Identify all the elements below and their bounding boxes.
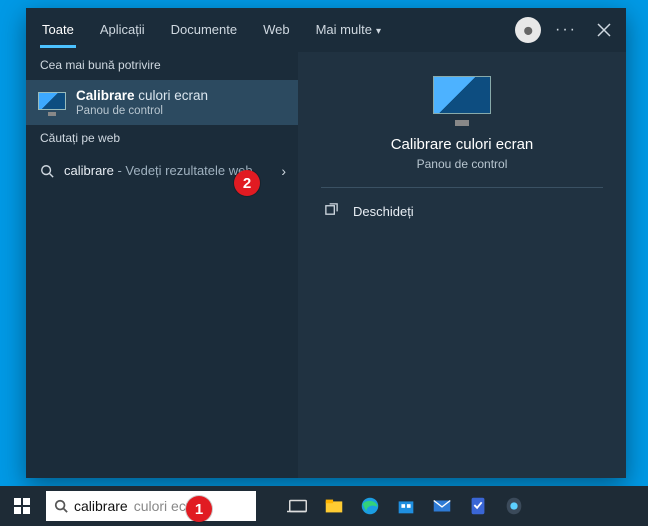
task-view-button[interactable] xyxy=(282,486,314,526)
todo-icon[interactable] xyxy=(462,486,494,526)
search-typed-text: calibrare xyxy=(74,498,128,514)
chevron-right-icon: › xyxy=(281,163,286,179)
preview-subtitle: Panou de control xyxy=(417,157,508,171)
monitor-icon xyxy=(38,92,66,114)
section-search-web: Căutați pe web xyxy=(26,125,298,153)
result-subtitle: Panou de control xyxy=(76,105,208,117)
close-button[interactable] xyxy=(586,12,622,48)
tab-more[interactable]: Mai multe▾ xyxy=(304,8,393,52)
chevron-down-icon: ▾ xyxy=(376,26,381,37)
mail-icon[interactable] xyxy=(426,486,458,526)
tab-documents[interactable]: Documente xyxy=(159,8,249,52)
annotation-badge-1: 1 xyxy=(186,496,212,522)
store-icon[interactable] xyxy=(390,486,422,526)
start-button[interactable] xyxy=(0,486,44,526)
tab-apps[interactable]: Aplicații xyxy=(88,8,157,52)
preview-title: Calibrare culori ecran xyxy=(391,136,534,153)
section-best-match: Cea mai bună potrivire xyxy=(26,52,298,80)
annotation-badge-2: 2 xyxy=(234,170,260,196)
open-label: Deschideți xyxy=(353,204,414,219)
result-preview-pane: Calibrare culori ecran Panou de control … xyxy=(298,52,626,478)
user-avatar[interactable]: ⬤ xyxy=(510,12,546,48)
windows-logo-icon xyxy=(14,498,30,514)
taskbar-search-input[interactable]: calibrare culori ecran xyxy=(46,491,256,521)
results-list: Cea mai bună potrivire Calibrare culori … xyxy=(26,52,298,478)
file-explorer-icon[interactable] xyxy=(318,486,350,526)
app-icon[interactable] xyxy=(498,486,530,526)
edge-browser-icon[interactable] xyxy=(354,486,386,526)
search-tabs: Toate Aplicații Documente Web Mai multe▾… xyxy=(26,8,626,52)
more-options-button[interactable]: ··· xyxy=(548,12,584,48)
tab-all[interactable]: Toate xyxy=(30,8,86,52)
search-icon xyxy=(40,164,54,178)
result-title: Calibrare culori ecran xyxy=(76,88,208,104)
open-action[interactable]: Deschideți xyxy=(298,188,626,234)
web-result-text: calibrare - Vedeți rezultatele web xyxy=(64,163,253,178)
open-icon xyxy=(324,202,339,220)
start-search-panel: Toate Aplicații Documente Web Mai multe▾… xyxy=(26,8,626,478)
monitor-icon xyxy=(433,76,491,122)
tab-web[interactable]: Web xyxy=(251,8,302,52)
best-match-result[interactable]: Calibrare culori ecran Panou de control … xyxy=(26,80,298,125)
search-icon xyxy=(54,499,68,513)
taskbar: calibrare culori ecran xyxy=(0,486,648,526)
taskbar-pinned-apps xyxy=(278,486,530,526)
